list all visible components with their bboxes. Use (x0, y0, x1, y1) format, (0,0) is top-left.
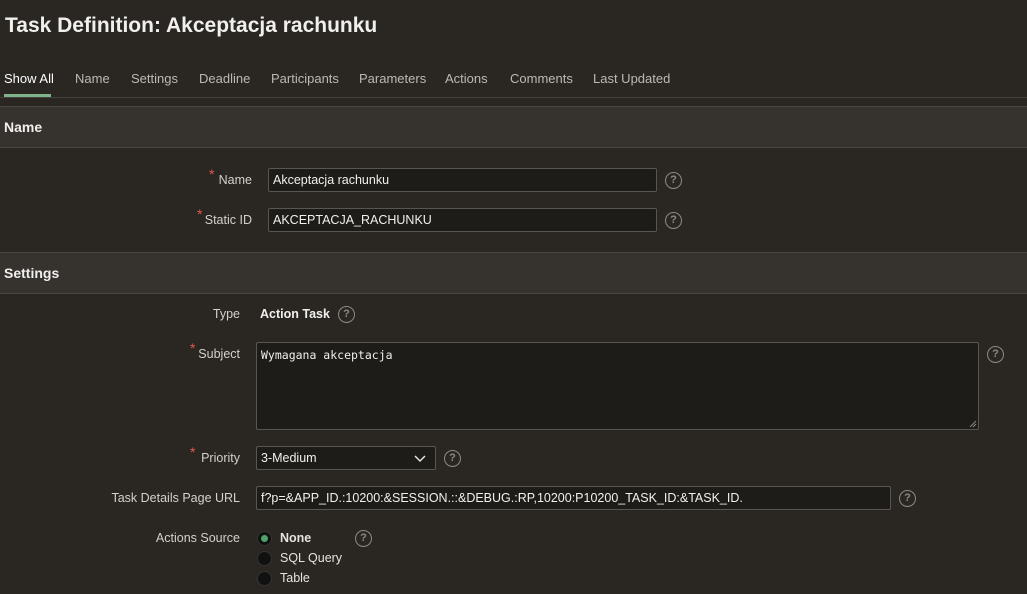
help-icon[interactable]: ? (987, 346, 1004, 363)
radio-sql-query[interactable] (257, 551, 272, 566)
radio-sql-query-label[interactable]: SQL Query (280, 551, 342, 565)
help-icon[interactable]: ? (355, 530, 372, 547)
tab-settings[interactable]: Settings (131, 71, 178, 86)
name-region-header: Name (0, 106, 1027, 148)
tab-participants[interactable]: Participants (271, 71, 339, 86)
help-icon[interactable]: ? (444, 450, 461, 467)
actions-source-label: Actions Source (155, 531, 240, 545)
priority-label: Priority (201, 451, 240, 465)
radio-none-label[interactable]: None (280, 531, 311, 545)
settings-region-header: Settings (0, 252, 1027, 294)
task-details-url-input[interactable]: f?p=&APP_ID.:10200:&SESSION.::&DEBUG.:RP… (256, 486, 891, 510)
help-icon[interactable]: ? (665, 172, 682, 189)
chevron-down-icon (414, 455, 426, 463)
subject-label: Subject (198, 347, 240, 361)
tab-bar: Show All Name Settings Deadline Particip… (0, 60, 1027, 98)
resize-grip-icon[interactable] (969, 420, 977, 428)
static-id-label: Static ID (204, 213, 252, 227)
type-label: Type (212, 307, 240, 321)
page-title: Task Definition: Akceptacja rachunku (5, 14, 378, 37)
tab-actions[interactable]: Actions (445, 71, 488, 86)
static-id-input[interactable]: AKCEPTACJA_RACHUNKU (268, 208, 657, 232)
tab-deadline[interactable]: Deadline (199, 71, 250, 86)
name-label: Name (218, 173, 252, 187)
tab-comments[interactable]: Comments (510, 71, 573, 86)
tab-name[interactable]: Name (75, 71, 110, 86)
active-tab-indicator (4, 94, 51, 97)
subject-text: Wymagana akceptacja (261, 348, 393, 362)
subject-textarea[interactable]: Wymagana akceptacja (256, 342, 979, 430)
priority-selected-value: 3-Medium (261, 451, 317, 465)
radio-table-label[interactable]: Table (280, 571, 310, 585)
task-details-url-label: Task Details Page URL (111, 491, 240, 505)
tab-show-all[interactable]: Show All (4, 71, 54, 86)
type-value: Action Task (260, 307, 330, 321)
settings-region-title: Settings (4, 265, 60, 281)
tab-last-updated[interactable]: Last Updated (593, 71, 670, 86)
name-region-title: Name (4, 119, 43, 135)
help-icon[interactable]: ? (665, 212, 682, 229)
radio-table[interactable] (257, 571, 272, 586)
radio-none[interactable] (257, 531, 272, 546)
priority-select[interactable]: 3-Medium (256, 446, 436, 470)
tab-parameters[interactable]: Parameters (359, 71, 426, 86)
help-icon[interactable]: ? (338, 306, 355, 323)
name-input[interactable]: Akceptacja rachunku (268, 168, 657, 192)
help-icon[interactable]: ? (899, 490, 916, 507)
